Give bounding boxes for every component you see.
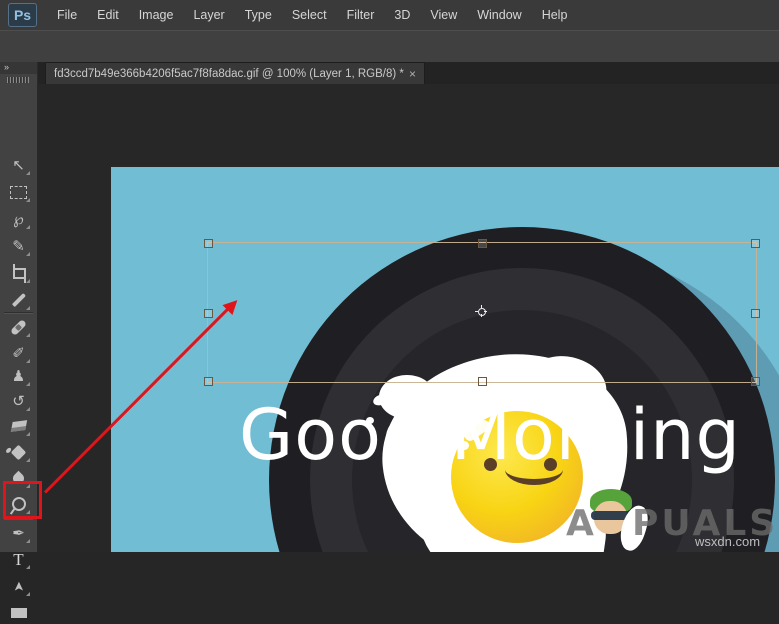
document-tab[interactable]: fd3ccd7b49e366b4206f5ac7f8fa8dac.gif @ 1… (45, 62, 425, 84)
transform-handle-middle-left[interactable] (204, 309, 213, 318)
tool-spot-healing-brush-tool[interactable] (5, 316, 32, 338)
flyout-icon (26, 539, 30, 543)
tools-panel-grip[interactable] (7, 77, 29, 83)
options-bar: T ▼ ↓ T Meiryo Regular ▼ Regular ▼ tT 72… (0, 30, 779, 90)
flyout-icon (26, 592, 30, 596)
photoshop-logo-icon: Ps (8, 3, 37, 27)
paint-bucket-icon (10, 444, 27, 460)
flyout-icon (26, 306, 30, 310)
menu-type[interactable]: Type (235, 0, 282, 30)
transform-handle-top-center[interactable] (478, 239, 487, 248)
document-canvas[interactable]: Good Morning A PUALS wsxdn.com (111, 167, 779, 552)
tool-quick-selection-tool[interactable]: ✎ (5, 235, 32, 257)
watermark-site: wsxdn.com (695, 534, 761, 549)
menu-layer[interactable]: Layer (183, 0, 234, 30)
crop-icon (11, 263, 26, 283)
tool-rectangular-marquee-tool[interactable] (5, 181, 32, 203)
transform-handle-middle-right[interactable] (751, 309, 760, 318)
tool-group-separator (4, 312, 33, 313)
marquee-icon (10, 185, 27, 199)
eyedropper-icon (11, 292, 26, 308)
tool-eraser-tool[interactable] (5, 415, 32, 437)
flyout-icon (26, 382, 30, 386)
flyout-icon (26, 432, 30, 436)
tool-type-tool[interactable]: T (5, 548, 32, 570)
transform-handle-top-right[interactable] (751, 239, 760, 248)
flyout-icon (26, 225, 30, 229)
flyout-icon (26, 333, 30, 337)
tool-history-brush-tool[interactable]: ↺ (5, 390, 32, 412)
menu-edit[interactable]: Edit (87, 0, 129, 30)
flyout-icon (26, 279, 30, 283)
tool-brush-tool[interactable]: ✐ (5, 342, 32, 364)
menu-3d[interactable]: 3D (384, 0, 420, 30)
pasteboard: wsxdn.com Good Morning (37, 84, 779, 552)
flyout-icon (26, 359, 30, 363)
canvas-text-layer[interactable]: Good Morning (239, 400, 741, 470)
tool-paint-bucket-tool[interactable] (5, 441, 32, 463)
tool-clone-stamp-tool[interactable]: ♟ (5, 365, 32, 387)
document-tab-bar: fd3ccd7b49e366b4206f5ac7f8fa8dac.gif @ 1… (37, 62, 779, 85)
tool-pen-tool[interactable]: ✒ (5, 522, 32, 544)
bandage-icon (10, 318, 27, 336)
document-title: fd3ccd7b49e366b4206f5ac7f8fa8dac.gif @ 1… (54, 67, 404, 80)
type-tool-highlight-box (3, 481, 42, 519)
tool-lasso-tool[interactable]: ℘ (5, 208, 32, 230)
transform-handle-top-left[interactable] (204, 239, 213, 248)
flyout-icon (26, 407, 30, 411)
menu-bar: Ps File Edit Image Layer Type Select Fil… (0, 0, 779, 31)
menu-select[interactable]: Select (282, 0, 337, 30)
transform-handle-bottom-right[interactable] (751, 377, 760, 386)
collapse-panel-button[interactable]: » (0, 62, 37, 74)
flyout-icon (26, 198, 30, 202)
flyout-icon (26, 565, 30, 569)
rectangle-icon (10, 608, 27, 618)
flyout-icon (26, 171, 30, 175)
menu-view[interactable]: View (420, 0, 467, 30)
tools-panel: » ↖ ℘ ✎ ✐ ♟ ↺ ✒ T ➤ (0, 62, 38, 618)
menu-file[interactable]: File (47, 0, 87, 30)
transform-handle-bottom-left[interactable] (204, 377, 213, 386)
close-tab-icon[interactable]: × (407, 67, 424, 81)
menu-image[interactable]: Image (129, 0, 184, 30)
tool-crop-tool[interactable] (5, 262, 32, 284)
menu-filter[interactable]: Filter (337, 0, 385, 30)
tool-rectangle-tool[interactable] (5, 602, 32, 624)
flyout-icon (26, 252, 30, 256)
tool-move-tool[interactable]: ↖ (5, 154, 32, 176)
reference-point-icon[interactable] (475, 305, 487, 317)
transform-handle-bottom-center[interactable] (478, 377, 487, 386)
menu-help[interactable]: Help (532, 0, 578, 30)
photoshop-window: { "menu_bar": { "logo_text": "Ps", "item… (0, 0, 779, 618)
menu-window[interactable]: Window (467, 0, 531, 30)
tool-eyedropper-tool[interactable] (5, 289, 32, 311)
tool-path-selection-tool[interactable]: ➤ (5, 575, 32, 597)
flyout-icon (26, 458, 30, 462)
eraser-icon (10, 420, 27, 432)
